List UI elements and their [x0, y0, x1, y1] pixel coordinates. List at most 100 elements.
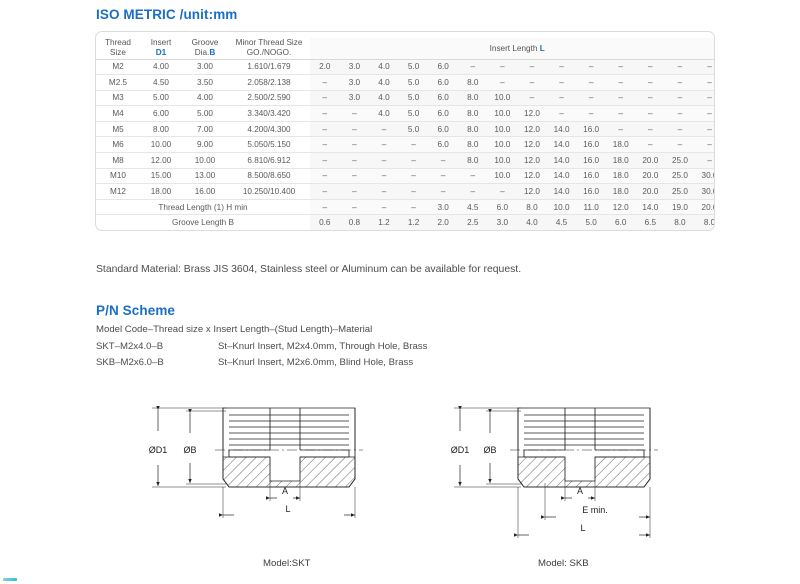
cell-insert-length: 6.0	[428, 136, 458, 153]
cell-insert-length: 18.0	[605, 152, 636, 169]
cell-insert-length: 14.0	[546, 136, 577, 153]
cell-insert-length: 25.0	[665, 183, 695, 200]
cell-insert-length: –	[694, 59, 714, 75]
cell-insert-length: –	[665, 74, 695, 91]
cell-insert-length: –	[457, 59, 488, 75]
cell-summary-value: 1.2	[398, 214, 429, 231]
cell-minor-thread-size: 5.050/5.150	[247, 140, 291, 150]
cell-insert-length: –	[457, 183, 488, 200]
cell-summary-value: 0.8	[339, 214, 370, 231]
cell-insert-length: –	[605, 105, 636, 122]
skb-label-l: L	[580, 523, 585, 533]
pn-example-code: SKB–M2x6.0–B	[96, 357, 164, 368]
cell-minor-thread-size: 10.250/10.400	[242, 187, 296, 197]
cell-insert-length: 20.0	[635, 168, 666, 184]
cell-insert-length: –	[665, 105, 695, 122]
bottom-left-artifact	[3, 578, 17, 581]
cell-insert-length: –	[665, 90, 695, 106]
spec-sheet-page: ISO METRIC /unit:mm Thread Size Insert D…	[0, 0, 800, 584]
cell-insert-length: –	[369, 121, 399, 137]
cell-insert-length: 25.0	[665, 168, 695, 184]
cell-insert-length: –	[339, 168, 370, 184]
table-summary-row: Thread Length (1) H min – – – –3.0 4.5 6.0 8.0 1…	[96, 199, 714, 215]
cell-insert-length: 6.0	[428, 90, 458, 106]
table-body: M2 4.00 3.00 1.610/1.679 2.0 3.0 4.0 5.0 6.0– – – –…	[96, 59, 714, 231]
cell-summary-value: 20.0	[694, 199, 714, 215]
cell-summary-value: –	[339, 199, 370, 215]
insert-line1: Insert	[150, 38, 172, 47]
cell-insert-length: –	[605, 59, 636, 75]
cell-insert-length: 30.0	[694, 168, 714, 184]
cell-insert-length: 6.0	[428, 121, 458, 137]
drawing-skt: ØD1 ØB A L	[130, 395, 410, 560]
col-header-groove-dia-b: Groove Dia.B	[182, 38, 228, 59]
cell-summary-value: 10.0	[546, 199, 577, 215]
cell-insert-length: 12.0	[517, 121, 547, 137]
cell-summary-value: 4.0	[517, 214, 547, 231]
cell-groove-dia: 4.00	[197, 93, 213, 103]
cell-insert-d1: 4.00	[153, 62, 169, 72]
cell-minor-thread-size: 6.810/6.912	[247, 155, 291, 165]
cell-insert-length: –	[339, 183, 370, 200]
cell-insert-length: –	[487, 183, 518, 200]
cell-thread-size: M8	[112, 155, 124, 165]
cell-insert-length: 14.0	[546, 168, 577, 184]
cell-insert-length: –	[428, 152, 458, 169]
cell-insert-length: –	[635, 121, 666, 137]
cell-insert-length: 16.0	[576, 152, 606, 169]
cell-insert-length: –	[546, 90, 577, 106]
cell-insert-length: 4.0	[369, 59, 399, 75]
cell-insert-length: –	[665, 59, 695, 75]
cell-insert-length: 25.0	[665, 152, 695, 169]
cell-summary-value: 5.0	[576, 214, 606, 231]
skb-label-e-min: E min.	[582, 505, 608, 515]
cell-insert-length: 2.0	[310, 59, 340, 75]
cell-insert-d1: 15.00	[150, 171, 172, 181]
cell-insert-d1: 8.00	[153, 124, 169, 134]
cell-summary-value: 1.2	[369, 214, 399, 231]
cell-insert-length: 12.0	[517, 105, 547, 122]
groove-dia-text: Dia.	[194, 48, 210, 58]
cell-insert-d1: 12.00	[150, 155, 172, 165]
table-row: M8 12.00 10.00 6.810/6.912– – – – –8.0 10.0 12.0 1…	[96, 152, 714, 169]
skb-label-a: A	[577, 486, 583, 496]
cell-groove-dia: 13.00	[194, 171, 216, 181]
standard-material-text: Standard Material: Brass JIS 3604, Stain…	[96, 264, 522, 275]
summary-row-label: Groove Length B	[172, 218, 234, 228]
cell-insert-length: –	[635, 90, 666, 106]
skb-label-b: ØB	[483, 445, 496, 455]
cell-summary-value: 4.5	[546, 214, 577, 231]
cell-insert-length: 10.0	[487, 105, 518, 122]
cell-summary-value: 14.0	[635, 199, 666, 215]
cell-insert-length: –	[487, 74, 518, 91]
cell-thread-size: M2.5	[108, 77, 128, 87]
cell-insert-d1: 5.00	[153, 93, 169, 103]
cell-thread-size: M4	[112, 109, 124, 119]
cell-insert-length: –	[694, 90, 714, 106]
cell-summary-value: 3.0	[428, 199, 458, 215]
thread-size-line2: Size	[110, 48, 126, 58]
cell-thread-size: M2	[112, 62, 124, 72]
table-row: M12 18.00 16.00 10.250/10.400– – – – – – –12.0 14.…	[96, 183, 714, 200]
cell-minor-thread-size: 3.340/3.420	[247, 109, 291, 119]
cell-insert-length: –	[694, 152, 714, 169]
skb-label-d1: ØD1	[451, 445, 470, 455]
table-row: M6 10.00 9.00 5.050/5.150– – – –6.0 8.0 10.0 12.0…	[96, 136, 714, 153]
cell-insert-length: 10.0	[487, 152, 518, 169]
cell-minor-thread-size: 8.500/8.650	[247, 171, 291, 181]
cell-minor-thread-size: 2.058/2.138	[247, 77, 291, 87]
groove-line2: Dia.B	[182, 48, 228, 58]
insert-length-text: Insert Length	[489, 43, 540, 53]
col-header-insert-length: Insert Length L	[310, 38, 714, 59]
cell-insert-length: –	[694, 136, 714, 153]
cell-insert-length: –	[694, 74, 714, 91]
cell-insert-length: –	[605, 74, 636, 91]
cell-insert-length: 4.0	[369, 105, 399, 122]
cell-insert-length: 14.0	[546, 121, 577, 137]
cell-thread-size: M10	[110, 171, 126, 181]
cell-thread-size: M5	[112, 124, 124, 134]
skt-label-b: ØB	[183, 445, 196, 455]
cell-insert-length: –	[369, 168, 399, 184]
cell-insert-length: 5.0	[398, 121, 429, 137]
cell-insert-length: 5.0	[398, 74, 429, 91]
